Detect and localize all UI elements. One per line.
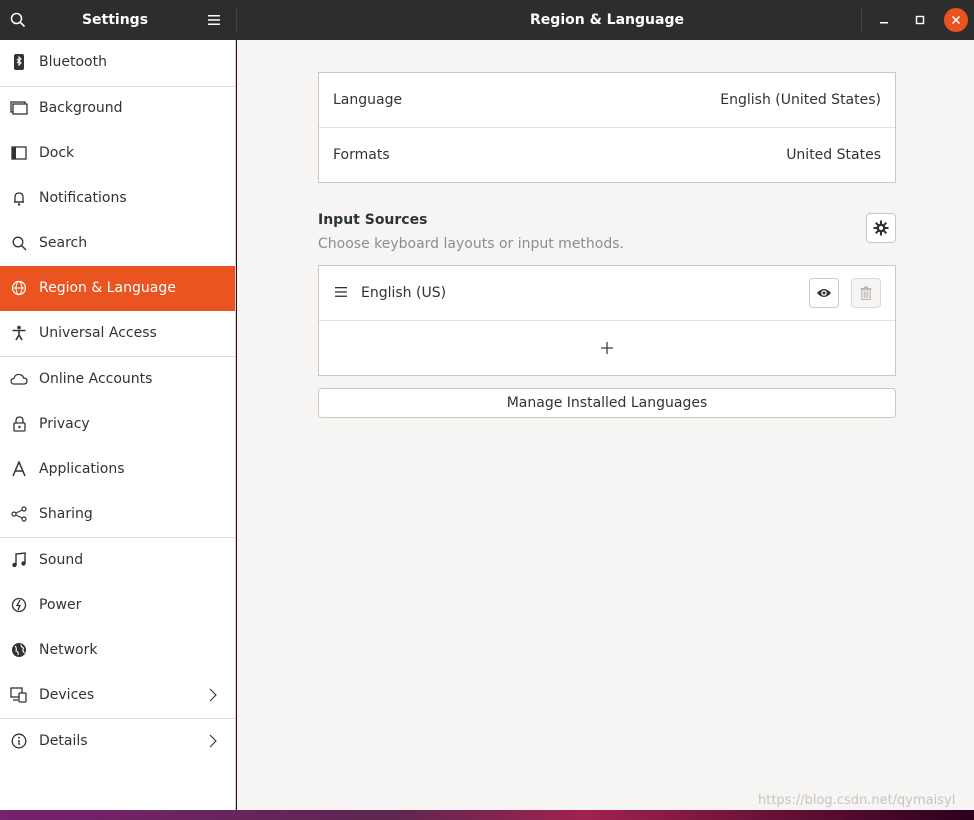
chevron-right-icon: [204, 686, 222, 704]
sidebar-item-universal-access[interactable]: Universal Access: [0, 311, 235, 356]
sidebar-item-label: Background: [39, 100, 123, 116]
eye-icon: [817, 289, 831, 297]
region-language-panel: Language English (United States) Formats…: [237, 40, 974, 810]
sidebar-item-background[interactable]: Background: [0, 86, 235, 131]
sidebar-item-label: Bluetooth: [39, 54, 107, 70]
sidebar-item-label: Online Accounts: [39, 371, 153, 387]
input-sources-list: English (US): [318, 265, 896, 376]
formats-row[interactable]: Formats United States: [319, 128, 895, 182]
sidebar: Bluetooth Background Dock Notifications …: [0, 40, 236, 810]
language-value: English (United States): [720, 92, 881, 108]
sidebar-item-region-language[interactable]: Region & Language: [0, 266, 235, 311]
trash-icon: [860, 286, 872, 300]
minimize-icon: [880, 22, 888, 24]
watermark-text: https://blog.csdn.net/qymaisyl: [758, 793, 956, 808]
search-icon: [10, 12, 26, 28]
applications-icon: [10, 460, 28, 478]
language-formats-card: Language English (United States) Formats…: [318, 72, 896, 183]
sidebar-item-applications[interactable]: Applications: [0, 447, 235, 492]
sidebar-item-label: Applications: [39, 461, 125, 477]
sidebar-item-power[interactable]: Power: [0, 583, 235, 628]
drag-handle-icon[interactable]: [335, 285, 347, 299]
sidebar-item-label: Region & Language: [39, 280, 176, 296]
sidebar-item-network[interactable]: Network: [0, 628, 235, 673]
sidebar-item-label: Sharing: [39, 506, 93, 522]
input-source-row[interactable]: English (US): [319, 266, 895, 320]
sidebar-item-bluetooth[interactable]: Bluetooth: [0, 40, 235, 85]
sidebar-item-notifications[interactable]: Notifications: [0, 176, 235, 221]
sidebar-item-sharing[interactable]: Sharing: [0, 492, 235, 537]
add-input-source-button[interactable]: [319, 321, 895, 375]
remove-input-source-button[interactable]: [851, 278, 881, 308]
dock-icon: [10, 144, 28, 162]
lock-icon: [10, 415, 28, 433]
language-label: Language: [333, 92, 403, 108]
manage-installed-languages-button[interactable]: Manage Installed Languages: [318, 388, 896, 418]
header-bar: Settings Region & Language: [0, 0, 974, 40]
bell-icon: [10, 189, 28, 207]
sidebar-item-label: Power: [39, 597, 82, 613]
show-layout-button[interactable]: [809, 278, 839, 308]
titlebar-separator: [861, 8, 862, 32]
bluetooth-icon: [10, 53, 28, 71]
minimize-button[interactable]: [872, 8, 896, 32]
maximize-button[interactable]: [908, 8, 932, 32]
sidebar-item-sound[interactable]: Sound: [0, 538, 235, 583]
sidebar-item-label: Sound: [39, 552, 84, 568]
sidebar-item-label: Dock: [39, 145, 75, 161]
input-source-label: English (US): [361, 285, 447, 301]
maximize-icon: [915, 15, 925, 25]
plus-icon: [601, 342, 613, 354]
input-sources-subtitle: Choose keyboard layouts or input methods…: [318, 236, 624, 252]
menu-button[interactable]: [194, 0, 234, 40]
input-sources-options-button[interactable]: [866, 213, 896, 243]
power-icon: [10, 596, 28, 614]
sidebar-item-label: Network: [39, 642, 98, 658]
network-globe-icon: [10, 641, 28, 659]
share-icon: [10, 505, 28, 523]
input-sources-title: Input Sources: [318, 212, 428, 228]
close-icon: [951, 15, 961, 25]
close-button[interactable]: [944, 8, 968, 32]
music-note-icon: [10, 551, 28, 569]
hamburger-menu-icon: [208, 15, 220, 25]
formats-value: United States: [786, 147, 881, 163]
sidebar-item-dock[interactable]: Dock: [0, 131, 235, 176]
sidebar-item-label: Devices: [39, 687, 95, 703]
sidebar-item-label: Details: [39, 733, 88, 749]
devices-icon: [10, 686, 28, 704]
search-icon: [10, 234, 28, 252]
sidebar-item-details[interactable]: Details: [0, 719, 235, 764]
search-button[interactable]: [0, 0, 36, 40]
sidebar-item-label: Search: [39, 235, 88, 251]
sidebar-item-label: Universal Access: [39, 325, 157, 341]
sidebar-item-search[interactable]: Search: [0, 221, 235, 266]
info-icon: [10, 732, 28, 750]
gear-icon: [873, 220, 889, 236]
language-row[interactable]: Language English (United States): [319, 73, 895, 127]
window-title: Region & Language: [530, 12, 684, 28]
globe-icon: [10, 279, 28, 297]
sidebar-item-privacy[interactable]: Privacy: [0, 402, 235, 447]
chevron-right-icon: [204, 732, 222, 750]
background-icon: [10, 99, 28, 117]
sidebar-item-online-accounts[interactable]: Online Accounts: [0, 357, 235, 402]
sidebar-item-label: Privacy: [39, 416, 90, 432]
accessibility-icon: [10, 324, 28, 342]
sidebar-item-devices[interactable]: Devices: [0, 673, 235, 718]
sidebar-item-label: Notifications: [39, 190, 127, 206]
cloud-icon: [10, 370, 28, 388]
desktop-background: [0, 810, 974, 820]
formats-label: Formats: [333, 147, 390, 163]
sidebar-title: Settings: [81, 12, 149, 28]
